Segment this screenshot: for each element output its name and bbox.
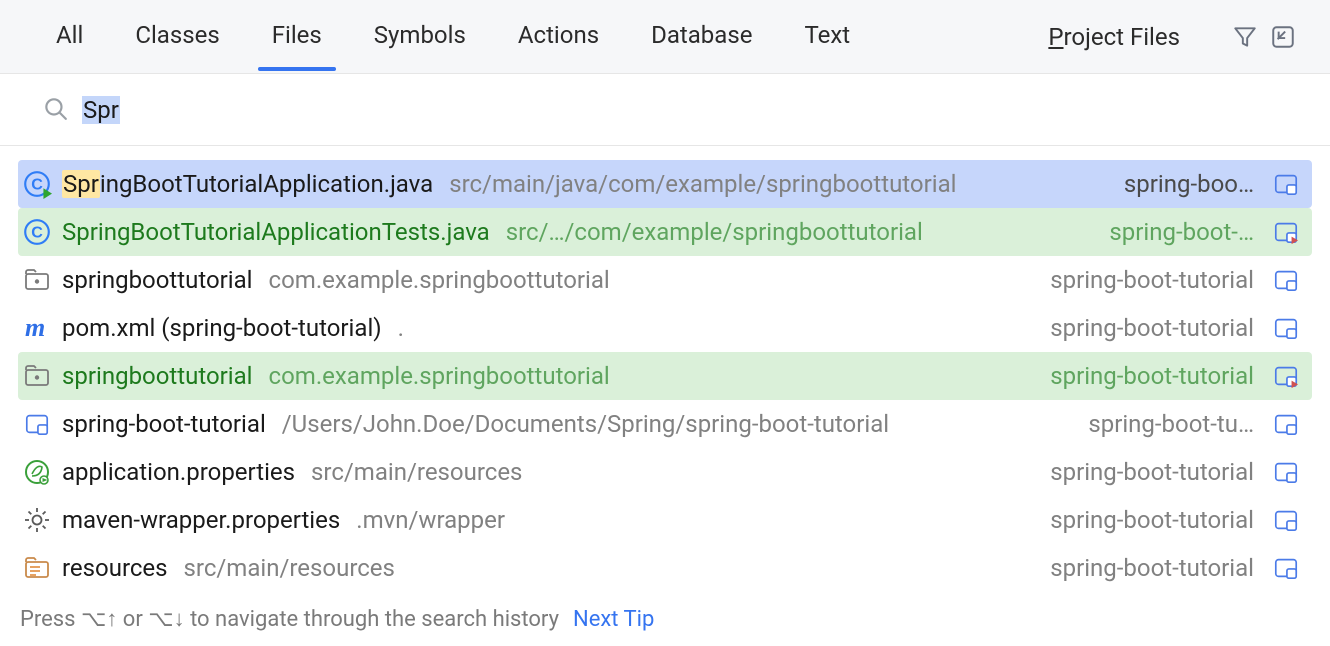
- result-path: src/…/com/example/springboottutorial: [506, 218, 923, 246]
- result-name: maven-wrapper.properties: [62, 506, 340, 534]
- tab-text[interactable]: Text: [778, 3, 876, 71]
- result-module: spring-boot-tutorial: [1050, 554, 1254, 582]
- result-row[interactable]: SpringBootTutorialApplication.java src/m…: [18, 160, 1312, 208]
- module-icon: [1272, 170, 1300, 198]
- result-module: spring-boot-tu…: [1088, 410, 1254, 438]
- gear-icon: [22, 505, 52, 535]
- result-row[interactable]: springboottutorial com.example.springboo…: [18, 256, 1312, 304]
- result-path: com.example.springboottutorial: [269, 266, 610, 294]
- package-folder-icon: [22, 361, 52, 391]
- result-name: SpringBootTutorialApplication.java: [62, 170, 433, 198]
- chevron-down-icon: [1186, 23, 1206, 51]
- result-module: spring-boot-tutorial: [1050, 266, 1254, 294]
- module-icon: [1272, 458, 1300, 486]
- result-name: springboottutorial: [62, 266, 253, 294]
- tab-actions[interactable]: Actions: [492, 3, 625, 71]
- tab-all[interactable]: All: [30, 3, 109, 71]
- result-module: spring-boot-…: [1109, 218, 1254, 246]
- result-module: spring-boot-tutorial: [1050, 362, 1254, 390]
- class-icon: [22, 217, 52, 247]
- result-row[interactable]: maven-wrapper.properties .mvn/wrapper sp…: [18, 496, 1312, 544]
- open-in-tool-window-button[interactable]: [1266, 20, 1300, 54]
- result-module: spring-boot-tutorial: [1050, 314, 1254, 342]
- footer-hint: Press ⌥↑ or ⌥↓ to navigate through the s…: [0, 600, 1330, 646]
- module-test-icon: [1272, 362, 1300, 390]
- result-path: .mvn/wrapper: [356, 506, 505, 534]
- result-module: spring-boot-tutorial: [1050, 506, 1254, 534]
- tab-classes[interactable]: Classes: [109, 3, 245, 71]
- search-row: Spr: [0, 74, 1330, 146]
- tab-symbols[interactable]: Symbols: [348, 3, 492, 71]
- result-name: spring-boot-tutorial: [62, 410, 266, 438]
- result-name: pom.xml (spring-boot-tutorial): [62, 314, 382, 342]
- search-everywhere-dialog: All Classes Files Symbols Actions Databa…: [0, 0, 1330, 646]
- result-module: spring-boo…: [1124, 170, 1254, 198]
- module-icon: [22, 409, 52, 439]
- module-icon: [1272, 314, 1300, 342]
- module-icon: [1272, 266, 1300, 294]
- result-row[interactable]: application.properties src/main/resource…: [18, 448, 1312, 496]
- module-test-icon: [1272, 218, 1300, 246]
- result-path: .: [398, 314, 404, 342]
- result-row[interactable]: pom.xml (spring-boot-tutorial) . spring-…: [18, 304, 1312, 352]
- maven-icon: [22, 313, 52, 343]
- module-icon: [1272, 410, 1300, 438]
- search-input[interactable]: Spr: [82, 96, 120, 124]
- package-folder-icon: [22, 265, 52, 295]
- results-list: SpringBootTutorialApplication.java src/m…: [0, 146, 1330, 600]
- result-name: springboottutorial: [62, 362, 253, 390]
- result-module: spring-boot-tutorial: [1050, 458, 1254, 486]
- module-icon: [1272, 554, 1300, 582]
- result-path: com.example.springboottutorial: [269, 362, 610, 390]
- filter-button[interactable]: [1228, 20, 1262, 54]
- scope-dropdown[interactable]: Project Files: [1048, 23, 1206, 51]
- module-icon: [1272, 506, 1300, 534]
- result-path: src/main/resources: [184, 554, 395, 582]
- result-name: application.properties: [62, 458, 295, 486]
- resources-folder-icon: [22, 553, 52, 583]
- result-row[interactable]: springboottutorial com.example.springboo…: [18, 352, 1312, 400]
- result-name: resources: [62, 554, 168, 582]
- class-runnable-icon: [22, 169, 52, 199]
- tab-files[interactable]: Files: [246, 3, 348, 71]
- result-path: src/main/resources: [311, 458, 522, 486]
- result-row[interactable]: resources src/main/resources spring-boot…: [18, 544, 1312, 592]
- tab-database[interactable]: Database: [625, 3, 778, 71]
- spring-icon: [22, 457, 52, 487]
- result-path: src/main/java/com/example/springboottuto…: [449, 170, 956, 198]
- search-icon: [42, 95, 68, 125]
- search-tabs: All Classes Files Symbols Actions Databa…: [0, 0, 1330, 74]
- result-row[interactable]: spring-boot-tutorial /Users/John.Doe/Doc…: [18, 400, 1312, 448]
- result-path: /Users/John.Doe/Documents/Spring/spring-…: [282, 410, 889, 438]
- result-row[interactable]: SpringBootTutorialApplicationTests.java …: [18, 208, 1312, 256]
- result-name: SpringBootTutorialApplicationTests.java: [62, 218, 490, 246]
- next-tip-link[interactable]: Next Tip: [573, 607, 654, 632]
